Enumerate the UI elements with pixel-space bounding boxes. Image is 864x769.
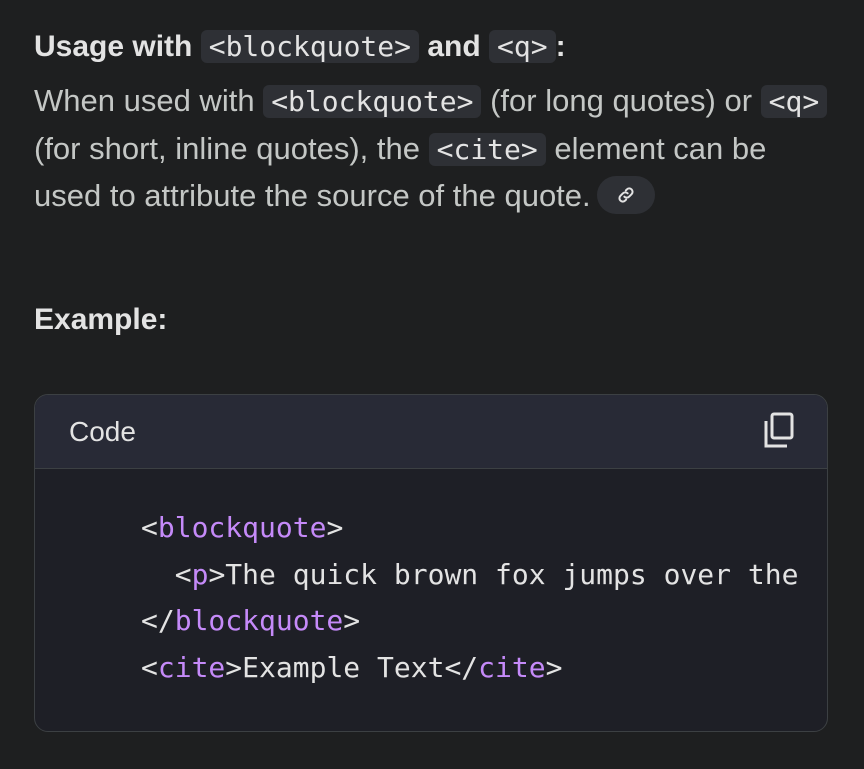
example-heading: Example: [34,303,168,336]
link-icon [618,187,634,203]
heading-suffix: : [555,30,566,63]
copy-code-button[interactable] [761,411,801,451]
source-link-chip[interactable] [596,176,655,214]
para-text-2: (for long quotes) or [490,83,753,118]
para-code-q: <q> [760,85,828,118]
tag-name: p [191,557,209,591]
code-block: Code <blockquote> <p>The quick brown fox… [34,394,828,732]
tag-name: cite [478,650,546,684]
heading-joiner: and [427,30,481,63]
para-text-1: When used with [34,83,255,118]
code-line-3: </blockquote> [141,604,361,637]
code-language-label: Code [69,416,136,447]
tag-name: blockquote [174,604,344,637]
heading-code-q: <q> [489,30,556,63]
section-heading: Usage with <blockquote> and <q>: [34,24,566,70]
tag-name: cite [157,650,226,684]
copy-icon [764,412,794,448]
para-code-cite: <cite> [428,132,546,166]
code-line-4: <cite>Example Text</cite> [141,650,563,684]
para-code-blockquote: <blockquote> [263,85,482,118]
heading-prefix: Usage with [34,30,193,63]
tag-name: blockquote [157,511,327,544]
code-content: <blockquote> <p>The quick brown fox jump… [141,505,798,691]
code-line-2: <p>The quick brown fox jumps over the [174,557,799,591]
code-line-1: <blockquote> [141,511,344,544]
heading-code-blockquote: <blockquote> [200,30,420,63]
description-paragraph: When used with <blockquote> (for long qu… [34,78,834,220]
code-block-header: Code [35,395,827,469]
para-text-3: (for short, inline quotes), the [34,130,420,166]
